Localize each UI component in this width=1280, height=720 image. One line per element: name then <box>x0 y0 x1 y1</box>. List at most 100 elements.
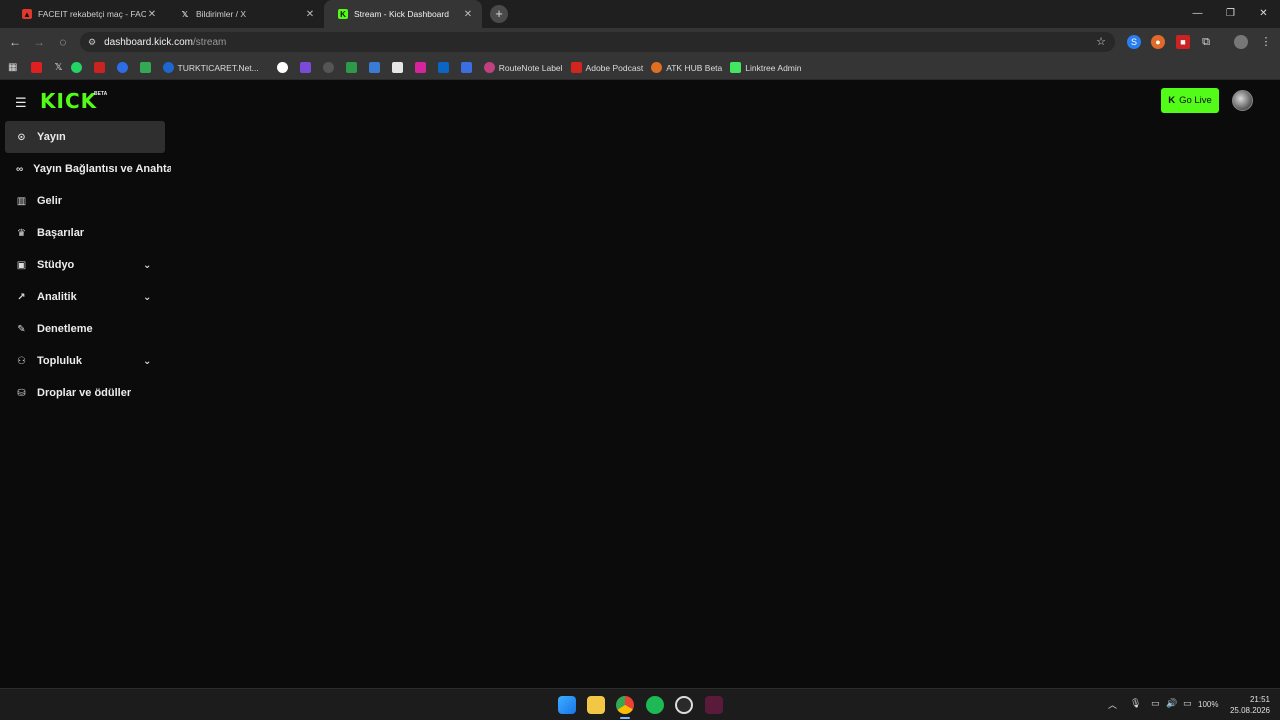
sidebar-item-basarilar[interactable]: ♛ Başarılar <box>5 217 171 249</box>
chevron-down-icon[interactable]: ⌄ <box>143 260 151 271</box>
gray-circle-icon[interactable] <box>322 62 338 73</box>
sidebar-item-droplar[interactable]: ⛁ Droplar ve ödüller <box>5 377 171 409</box>
bookmark-atk-hub[interactable]: ATK HUB Beta <box>651 62 722 73</box>
bookmark-adobe-podcast[interactable]: Adobe Podcast <box>570 62 643 73</box>
restore-icon[interactable]: ❐ <box>1214 0 1247 28</box>
ai-icon[interactable] <box>391 62 407 73</box>
routenote-icon <box>483 62 495 73</box>
revenue-icon: ▥ <box>16 195 27 207</box>
battery-percent: 100% <box>1198 700 1219 709</box>
extension-orange-icon[interactable]: ● <box>1151 35 1165 49</box>
close-window-icon[interactable]: ✕ <box>1247 0 1280 28</box>
apps-grid-icon[interactable]: ▦ <box>8 62 17 73</box>
kick-logo[interactable]: KICK <box>40 89 97 113</box>
window-controls: — ❐ ✕ <box>1181 0 1280 28</box>
streaming-app-icon[interactable] <box>705 696 723 714</box>
sidebar-item-topluluk[interactable]: ⚇ Topluluk ⌄ <box>5 345 171 377</box>
bookmark-linktree[interactable]: Linktree Admin <box>730 62 802 73</box>
tab-title: Stream - Kick Dashboard <box>354 9 449 19</box>
drive-icon[interactable] <box>139 62 155 73</box>
close-icon[interactable]: ✕ <box>146 9 158 20</box>
whatsapp-icon[interactable] <box>70 62 86 73</box>
clock[interactable]: 21:51 25.08.2026 <box>1230 694 1270 716</box>
go-live-button[interactable]: K Go Live <box>1161 88 1219 113</box>
wrench-icon: ✎ <box>17 323 26 335</box>
chevron-down-icon[interactable]: ⌄ <box>143 356 151 367</box>
active-app-indicator <box>620 717 630 719</box>
close-icon[interactable]: ✕ <box>304 9 316 20</box>
file-explorer-icon[interactable] <box>587 696 605 714</box>
extension-red-icon[interactable]: ■ <box>1176 35 1190 49</box>
microphone-icon[interactable]: 🎙 <box>1130 698 1141 709</box>
avatar[interactable] <box>1232 90 1253 111</box>
chevron-up-icon[interactable]: ︿ <box>1108 698 1117 711</box>
stop-loading-icon[interactable]: ◌ <box>51 35 75 49</box>
profile-icon[interactable] <box>1234 35 1248 49</box>
turkticaret-icon <box>162 62 174 73</box>
minimize-icon[interactable]: — <box>1181 0 1214 28</box>
back-icon[interactable]: ← <box>3 35 27 49</box>
bookmark-star-icon[interactable]: ☆ <box>1096 35 1106 48</box>
x-icon: 𝕏 <box>181 9 189 19</box>
instagram-icon[interactable] <box>414 62 430 73</box>
link-icon: ∞ <box>16 163 24 175</box>
close-icon[interactable]: ✕ <box>462 9 474 20</box>
trophy-icon: ♛ <box>17 227 26 239</box>
hamburger-menu-icon[interactable]: ☰ <box>15 95 27 111</box>
extensions-puzzle-icon[interactable]: ⧉ <box>1199 35 1213 49</box>
adobe-icon <box>570 62 582 73</box>
new-tab-button[interactable]: + <box>490 5 508 23</box>
kick-k-icon: K <box>1168 95 1176 106</box>
sidebar-item-analitik[interactable]: ↗ Analitik ⌄ <box>5 281 171 313</box>
bookmark-turkticaret[interactable]: TURKTICARET.Net... <box>162 62 259 73</box>
sidebar-item-yayin[interactable]: ⊙ Yayın <box>5 121 165 153</box>
sidebar-item-gelir[interactable]: ▥ Gelir <box>5 185 171 217</box>
purple-list-icon[interactable] <box>299 62 315 73</box>
chrome-icon[interactable] <box>616 696 634 714</box>
sidebar: ⊙ Yayın ∞ Yayın Bağlantısı ve Anahtarı ▥… <box>5 121 171 409</box>
tab-kick-dashboard[interactable]: K Stream - Kick Dashboard ✕ <box>324 0 482 28</box>
url-path: /stream <box>193 36 227 48</box>
url-bar[interactable]: ⚙ dashboard.kick.com /stream ☆ <box>80 32 1115 52</box>
sidebar-item-stream-key[interactable]: ∞ Yayın Bağlantısı ve Anahtarı <box>5 153 171 185</box>
extension-blue-icon[interactable]: S <box>1127 35 1141 49</box>
battery-icon[interactable]: ▭ <box>1183 698 1192 709</box>
google-icon[interactable] <box>276 62 292 73</box>
x-bookmark-icon[interactable]: 𝕏 <box>54 62 62 73</box>
spotify-icon[interactable] <box>646 696 664 714</box>
windows-start-icon[interactable] <box>558 696 576 714</box>
forward-icon[interactable]: → <box>27 35 51 49</box>
linkedin-icon[interactable] <box>437 62 453 73</box>
blue-play-icon[interactable] <box>116 62 132 73</box>
bookmarks-bar: ▦ 𝕏 TURKTICARET.Net... RouteNote Label A… <box>0 56 1280 80</box>
tab-x-notifications[interactable]: 𝕏 Bildirimler / X ✕ <box>166 0 324 28</box>
tab-faceit[interactable]: ▲ FACEIT rekabetçi maç - FACEIT. ✕ <box>8 0 166 28</box>
atk-hub-icon <box>651 62 663 73</box>
chevron-down-icon[interactable]: ⌄ <box>143 292 151 303</box>
bookmark-routenote[interactable]: RouteNote Label <box>483 62 563 73</box>
sidebar-item-studyo[interactable]: ▣ Stüdyo ⌄ <box>5 249 171 281</box>
studio-icon: ▣ <box>16 259 27 271</box>
faceit-icon: ▲ <box>22 9 32 19</box>
clock-date: 25.08.2026 <box>1229 706 1270 715</box>
red-bookmark-icon[interactable] <box>93 62 109 73</box>
sparkle-icon[interactable] <box>368 62 384 73</box>
browser-tab-bar: ▲ FACEIT rekabetçi maç - FACEIT. ✕ 𝕏 Bil… <box>0 0 1280 28</box>
blue-doc-icon[interactable] <box>460 62 476 73</box>
broadcast-icon: ⊙ <box>17 131 26 143</box>
sidebar-item-denetleme[interactable]: ✎ Denetleme <box>5 313 171 345</box>
drops-icon: ⛁ <box>17 387 26 399</box>
menu-kebab-icon[interactable]: ⋮ <box>1259 35 1273 49</box>
site-info-icon[interactable]: ⚙ <box>88 37 96 48</box>
url-host: dashboard.kick.com <box>104 36 194 48</box>
community-icon: ⚇ <box>17 355 26 367</box>
address-toolbar: ← → ◌ ⚙ dashboard.kick.com /stream ☆ S ●… <box>0 28 1280 56</box>
youtube-icon[interactable] <box>31 62 46 73</box>
kick-icon: K <box>338 9 348 19</box>
green-arrow-icon[interactable] <box>345 62 361 73</box>
steelseries-icon[interactable] <box>675 696 693 714</box>
linktree-icon <box>730 62 742 73</box>
clock-time: 21:51 <box>1249 695 1270 704</box>
network-icon[interactable]: ▭ <box>1151 698 1160 709</box>
volume-icon[interactable]: 🔊 <box>1166 698 1177 709</box>
